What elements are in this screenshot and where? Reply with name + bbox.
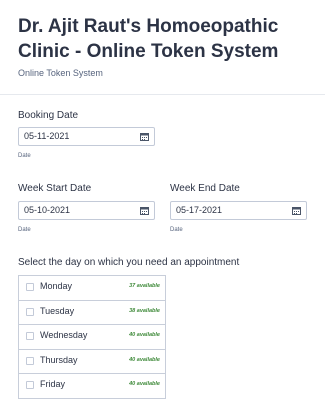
availability-badge: 40 available (129, 381, 160, 387)
day-option-monday[interactable]: Monday 37 available (19, 276, 165, 301)
day-options-list: Monday 37 available Tuesday 38 available… (18, 275, 166, 399)
week-start-value: 05-10-2021 (24, 205, 71, 215)
booking-date-input[interactable]: 05-11-2021 (18, 127, 155, 146)
booking-date-sublabel: Date (18, 153, 31, 159)
checkbox-icon[interactable] (26, 356, 34, 365)
week-end-label: Week End Date (170, 183, 240, 194)
day-option-label: Monday (40, 281, 73, 291)
booking-date-label: Booking Date (18, 110, 79, 121)
week-start-label: Week Start Date (18, 183, 92, 194)
checkbox-icon[interactable] (26, 381, 34, 389)
header-divider (0, 94, 325, 95)
checkbox-icon[interactable] (26, 307, 34, 316)
week-end-input[interactable]: 05-17-2021 (170, 201, 307, 220)
booking-date-value: 05-11-2021 (24, 131, 70, 141)
availability-badge: 40 available (129, 356, 160, 363)
week-start-sublabel: Date (18, 227, 31, 233)
day-option-friday[interactable]: Friday 40 available (19, 374, 165, 399)
day-option-label: Wednesday (40, 330, 88, 340)
day-option-wednesday[interactable]: Wednesday 40 available (19, 325, 165, 350)
day-option-label: Friday (40, 379, 66, 389)
calendar-icon[interactable] (140, 206, 149, 215)
day-option-thursday[interactable]: Thursday 40 available (19, 349, 165, 374)
week-start-input[interactable]: 05-10-2021 (18, 201, 155, 220)
day-option-label: Tuesday (40, 305, 75, 316)
availability-badge: 37 available (129, 283, 160, 289)
availability-badge: 40 available (129, 332, 160, 338)
day-question-label: Select the day on which you need an appo… (18, 257, 240, 268)
checkbox-icon[interactable] (26, 332, 34, 340)
week-end-value: 05-17-2021 (176, 205, 223, 215)
page-subtitle: Online Token System (18, 68, 103, 78)
day-option-label: Thursday (40, 354, 78, 365)
calendar-icon[interactable] (140, 132, 149, 141)
week-end-sublabel: Date (170, 227, 183, 233)
page-title: Dr. Ajit Raut's Homoeopathic Clinic - On… (18, 16, 279, 62)
form-header: Dr. Ajit Raut's Homoeopathic Clinic - On… (18, 14, 318, 78)
availability-badge: 38 available (129, 307, 160, 314)
day-option-tuesday[interactable]: Tuesday 38 available (19, 300, 165, 325)
checkbox-icon[interactable] (26, 283, 34, 291)
calendar-icon[interactable] (292, 206, 301, 215)
